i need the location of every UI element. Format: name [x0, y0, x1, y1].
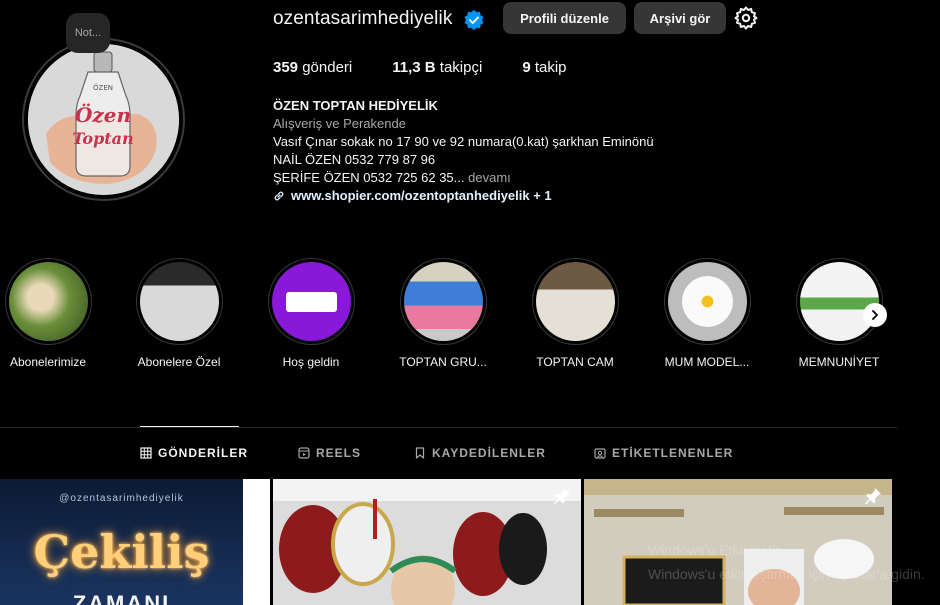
profile-bio: ÖZEN TOPTAN HEDİYELİK Alışveriş ve Perak…: [273, 97, 654, 205]
highlight-label: Abonelerimize: [9, 355, 87, 369]
bookmark-icon: [415, 447, 425, 459]
watermark-line-1: Windows'u Etkinleştir: [648, 542, 780, 558]
note-bubble[interactable]: Not...: [66, 13, 110, 53]
tab-posts[interactable]: GÖNDERİLER: [140, 446, 248, 460]
bio-line-address: Vasıf Çınar sokak no 17 90 ve 92 numara(…: [273, 134, 654, 149]
svg-text:Özen: Özen: [75, 102, 131, 127]
avatar-image: ÖZEN Özen Toptan: [28, 44, 179, 195]
windows-activation-watermark: Windows'u Etkinleştir Windows'u etkinleş…: [648, 538, 925, 586]
stat-followers[interactable]: 11,3 B takipçi: [392, 59, 482, 76]
highlight-item[interactable]: Abonelerimize: [0, 258, 103, 369]
story-highlights: Abonelerimize Abonelere Özel Hoş geldin …: [0, 258, 940, 378]
highlight-cover-image: [8, 262, 88, 341]
verified-badge-icon: [464, 10, 484, 30]
highlight-item[interactable]: Abonelere Özel: [124, 258, 234, 369]
highlight-cover-image: [667, 262, 747, 341]
highlight-cover-image: [535, 262, 615, 341]
tag-icon: [594, 448, 606, 459]
highlight-item[interactable]: TOPTAN CAM: [520, 258, 630, 369]
pinned-post-icon: [554, 488, 570, 505]
highlight-item[interactable]: MUM MODEL...: [652, 258, 762, 369]
tab-tagged-label: ETİKETLENENLER: [612, 446, 734, 460]
highlight-label: TOPTAN CAM: [536, 355, 614, 369]
active-tab-indicator: [140, 426, 239, 427]
post-thumbnail[interactable]: @ozentasarimhediyelik Çekiliş ZAMANI: [0, 479, 243, 605]
profile-username: ozentasarimhediyelik: [273, 8, 453, 29]
bio-line-phone-2: ŞERİFE ÖZEN 0532 725 62 35...: [273, 170, 465, 185]
tab-posts-label: GÖNDERİLER: [158, 446, 249, 460]
svg-text:Toptan: Toptan: [72, 129, 133, 148]
highlights-next-button[interactable]: [863, 303, 887, 327]
stat-posts[interactable]: 359 gönderi: [273, 59, 352, 76]
grid-icon: [140, 447, 152, 459]
highlight-label: Hoş geldin: [282, 355, 340, 369]
highlight-label: MEMNUNİYET: [798, 355, 880, 369]
profile-stats: 359 gönderi 11,3 B takipçi 9 takip: [273, 59, 607, 76]
avatar-brand-top: ÖZEN: [93, 83, 113, 92]
tabs-divider: [0, 427, 897, 428]
highlight-cover-image: [139, 262, 219, 341]
bio-website-link[interactable]: www.shopier.com/ozentoptanhediyelik + 1: [273, 187, 654, 205]
reels-icon: [298, 447, 310, 459]
bottle-logo-image: ÖZEN Özen Toptan: [28, 44, 179, 195]
view-archive-button[interactable]: Arşivi gör: [634, 2, 726, 34]
highlight-label: MUM MODEL...: [664, 355, 750, 369]
highlight-item[interactable]: TOPTAN GRU...: [388, 258, 498, 369]
highlight-label: TOPTAN GRU...: [399, 355, 487, 369]
highlight-cover-image: [271, 262, 351, 341]
chevron-right-icon: [872, 310, 878, 320]
watermark-line-2: Windows'u etkinleştirmek için Ayarlar'a …: [648, 566, 925, 582]
bio-category: Alışveriş ve Perakende: [273, 116, 406, 131]
post-subtitle-text: ZAMANI: [72, 591, 171, 605]
link-icon: [274, 191, 284, 201]
tab-tagged[interactable]: ETİKETLENENLER: [594, 446, 733, 460]
highlight-cover-image: [403, 262, 483, 341]
stat-following[interactable]: 9 takip: [522, 59, 566, 76]
bio-website-text: www.shopier.com/ozentoptanhediyelik + 1: [291, 188, 552, 203]
post-gap: [243, 479, 270, 605]
profile-avatar[interactable]: ÖZEN Özen Toptan: [22, 38, 185, 201]
post-thumbnail[interactable]: [273, 479, 581, 605]
highlight-label: Abonelere Özel: [137, 355, 221, 369]
bio-more-link[interactable]: devamı: [468, 170, 511, 185]
bio-line-phone-1: NAİL ÖZEN 0532 779 87 96: [273, 152, 436, 167]
post-title-text: Çekiliş: [33, 525, 210, 579]
tab-reels[interactable]: REELS: [298, 446, 361, 460]
settings-gear-icon[interactable]: [734, 6, 758, 30]
edit-profile-button[interactable]: Profili düzenle: [503, 2, 626, 34]
tab-saved[interactable]: KAYDEDİLENLER: [414, 446, 546, 460]
highlight-cover-image: [799, 262, 879, 341]
post-handle-text: @ozentasarimhediyelik: [59, 493, 184, 504]
pinned-post-icon: [865, 488, 881, 505]
bio-line-phone-2-row: ŞERİFE ÖZEN 0532 725 62 35... devamı: [273, 169, 654, 187]
highlight-item[interactable]: Hoş geldin: [256, 258, 366, 369]
tab-reels-label: REELS: [316, 446, 362, 460]
bio-name: ÖZEN TOPTAN HEDİYELİK: [273, 98, 438, 113]
profile-tabs: GÖNDERİLER REELS KAYDEDİLENLER ETİKETLEN…: [0, 446, 940, 460]
tab-saved-label: KAYDEDİLENLER: [432, 446, 546, 460]
post-photo-bouquets: [273, 479, 581, 605]
